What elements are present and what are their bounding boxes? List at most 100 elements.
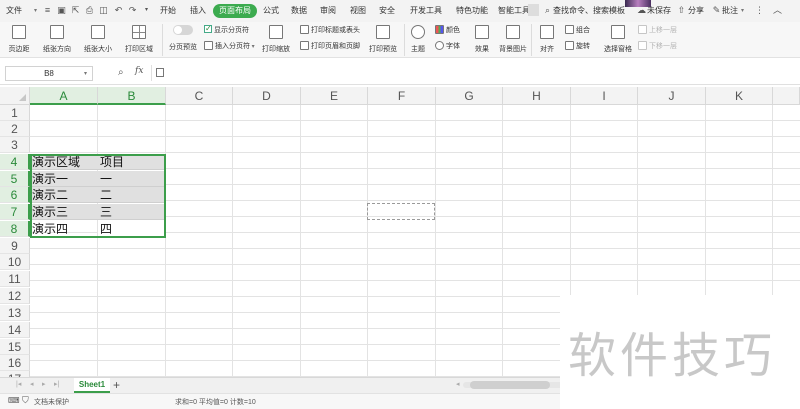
column-header-i[interactable]: I [571,87,638,105]
tab-smart-tools[interactable]: 智能工具 [498,4,530,18]
orientation-button[interactable]: 纸张方向 [38,25,76,54]
page-break-preview-button[interactable]: 分页预览 [166,25,200,52]
tab-page-layout[interactable]: 页面布局 [213,4,257,18]
tab-developer[interactable]: 开发工具 [410,4,442,18]
print-area-button[interactable]: 打印区域 [120,25,158,54]
share-icon[interactable]: ⇧ [676,4,687,16]
unsaved-status[interactable]: 未保存 [647,4,671,18]
column-header-h[interactable]: H [503,87,571,105]
selection-pane-button[interactable]: 选择窗格 [601,25,635,54]
name-box-chevron-icon[interactable]: ▾ [84,70,87,77]
print-icon[interactable]: ⎙ [84,4,95,16]
effects-button[interactable]: 效果 [472,25,492,54]
background-image-button[interactable]: 背景图片 [499,25,527,54]
sheet-tab-sheet1[interactable]: Sheet1 [74,378,110,393]
export-icon[interactable]: ⇱ [70,4,81,16]
cell-a8[interactable]: 演示四 [30,221,98,237]
tab-formulas[interactable]: 公式 [263,4,279,18]
tab-home[interactable]: 开始 [160,4,176,18]
row-header-4[interactable]: 4 [0,154,30,170]
row-header-14[interactable]: 14 [0,322,30,338]
more-options-icon[interactable]: ⋮ [754,4,765,16]
file-menu-chevron-icon[interactable]: ▾ [34,4,37,18]
fonts-button[interactable]: 字体 [435,41,460,53]
row-header-3[interactable]: 3 [0,137,30,153]
row-header-12[interactable]: 12 [0,288,30,304]
send-backward-button[interactable]: 下移一层 [638,41,677,53]
comment-icon[interactable]: ✎ [711,4,722,16]
rotate-button[interactable]: 旋转 [565,41,590,53]
first-sheet-icon[interactable]: |◂ [16,380,21,388]
cell-b8[interactable]: 四 [98,221,166,237]
column-header-j[interactable]: J [638,87,706,105]
show-page-breaks-checkbox[interactable]: 显示分页符 [204,23,249,37]
cell-b4[interactable]: 项目 [98,154,166,170]
colors-button[interactable]: 颜色 [435,25,460,37]
tab-insert[interactable]: 插入 [190,4,206,18]
formula-input[interactable] [151,65,796,81]
tab-review[interactable]: 审阅 [320,4,336,18]
column-header-g[interactable]: G [436,87,503,105]
add-sheet-button[interactable]: + [113,378,120,392]
print-header-footer-button[interactable]: 打印页眉和页脚 [300,41,360,53]
cell-b6[interactable]: 二 [98,187,166,203]
row-header-1[interactable]: 1 [0,105,30,121]
column-header-b[interactable]: B [98,87,166,105]
row-header-13[interactable]: 13 [0,305,30,321]
zoom-icon[interactable]: ⌕ [118,67,124,78]
row-header-9[interactable]: 9 [0,238,30,254]
undo-icon[interactable]: ↶ [113,4,124,16]
column-header-a[interactable]: A [30,87,98,105]
row-header-10[interactable]: 10 [0,254,30,270]
row-header-8[interactable]: 8 [0,221,30,237]
theme-button[interactable]: 主题 [408,25,428,54]
group-button[interactable]: 组合 [565,25,590,37]
paper-size-button[interactable]: 纸张大小 [80,25,116,54]
comment-chevron-icon[interactable]: ▾ [741,4,744,18]
insert-page-break-button[interactable]: 插入分页符 ▾ [204,41,255,53]
column-header-k[interactable]: K [706,87,773,105]
file-menu[interactable]: 文件 [6,4,22,18]
scroll-left-icon[interactable]: ◂ [456,380,460,388]
workbook-icon[interactable]: ⌨ [8,396,20,405]
horizontal-scrollbar-thumb[interactable] [470,381,550,389]
column-header-d[interactable]: D [233,87,301,105]
print-preview-button[interactable]: 打印预览 [366,25,400,54]
formula-image-icon[interactable] [156,68,164,77]
cell-a4[interactable]: 演示区域 [30,154,98,170]
select-all-corner[interactable] [0,87,30,105]
bring-forward-button[interactable]: 上移一层 [638,25,677,37]
share-button[interactable]: 分享 [688,4,704,18]
protection-status[interactable]: 文档未保护 [34,397,69,407]
cloud-sync-icon[interactable]: ☁ [636,4,647,16]
collapse-ribbon-icon[interactable]: ︿ [772,4,783,16]
margins-button[interactable]: 页边距 [3,25,35,54]
insert-function-button[interactable]: fx [135,66,143,76]
print-preview-icon[interactable]: ◫ [98,4,109,16]
row-header-11[interactable]: 11 [0,271,30,287]
tab-features[interactable]: 特色功能 [456,4,488,18]
tab-view[interactable]: 视图 [350,4,366,18]
name-box[interactable]: B8 [5,66,93,81]
cell-a5[interactable]: 演示一 [30,171,98,187]
align-button[interactable]: 对齐 [536,25,558,54]
tab-security[interactable]: 安全 [379,4,395,18]
page-break-toggle[interactable] [173,25,193,35]
more-tabs-icon[interactable] [528,4,539,16]
row-header-5[interactable]: 5 [0,171,30,187]
cell-a7[interactable]: 演示三 [30,204,98,220]
comment-button[interactable]: 批注 [722,4,738,18]
menu-icon[interactable]: ≡ [42,4,53,16]
cell-b7[interactable]: 三 [98,204,166,220]
save-icon[interactable]: ▣ [56,4,67,16]
print-scaling-button[interactable]: 打印缩放 [258,25,294,54]
redo-icon[interactable]: ↷ [127,4,138,16]
column-header-f[interactable]: F [368,87,436,105]
row-header-7[interactable]: 7 [0,204,30,220]
search-icon[interactable]: ⌕ [542,4,553,16]
column-header-e[interactable]: E [301,87,368,105]
column-header-c[interactable]: C [166,87,233,105]
row-header-6[interactable]: 6 [0,187,30,203]
column-header-l[interactable] [773,87,800,105]
command-search[interactable]: 查找命令、搜索模板 [553,4,625,18]
